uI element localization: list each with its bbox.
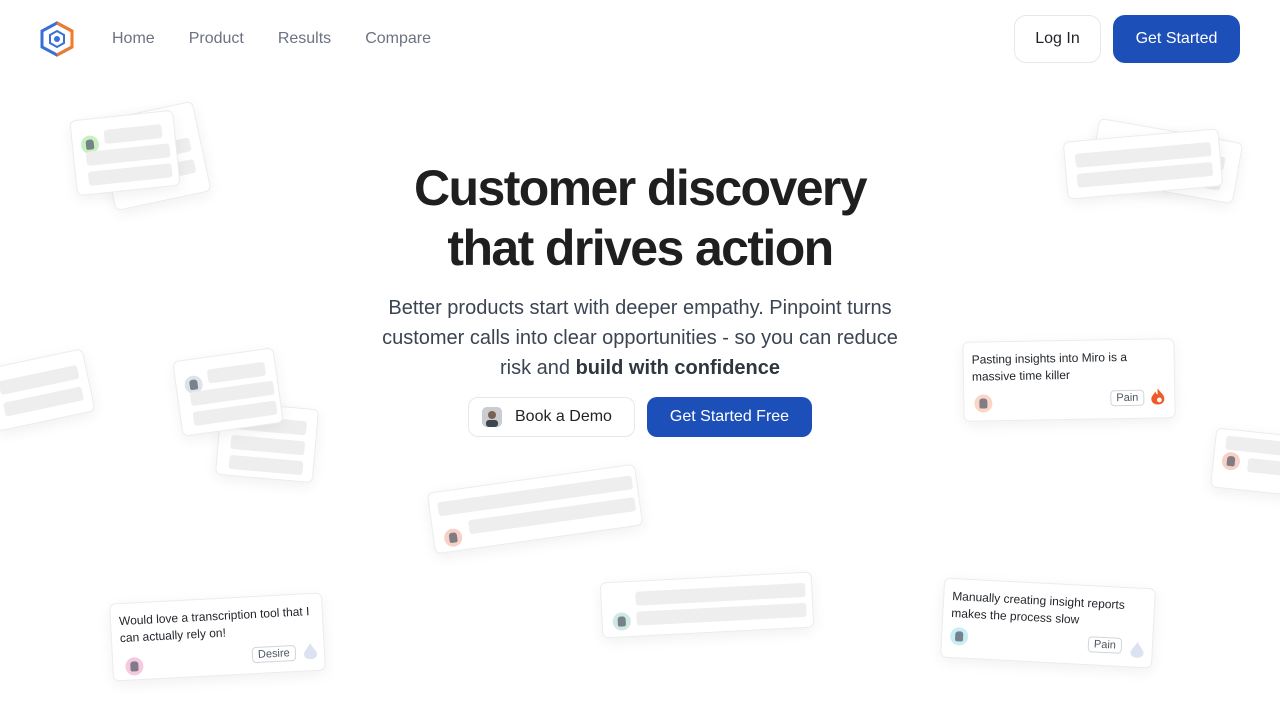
nav-link-compare[interactable]: Compare [365, 30, 431, 48]
decorative-card [1210, 427, 1280, 497]
book-demo-label: Book a Demo [515, 408, 612, 425]
flame-icon [1151, 388, 1165, 405]
avatar [612, 612, 632, 631]
avatar [482, 407, 502, 427]
hero-title: Customer discovery that drives action [340, 158, 940, 278]
pinpoint-logo-icon[interactable] [38, 21, 76, 57]
avatar [949, 626, 969, 646]
decorative-card [426, 463, 644, 555]
avatar [974, 394, 993, 413]
decorative-card [172, 347, 284, 437]
get-started-free-button[interactable]: Get Started Free [647, 397, 812, 437]
drop-icon [1130, 641, 1144, 658]
insight-tag: Desire [251, 644, 297, 664]
insight-card: Manually creating insight reports makes … [940, 577, 1156, 669]
decorative-card [0, 348, 96, 432]
nav-links: Home Product Results Compare [112, 30, 465, 48]
hero-subtitle-bold: build with confidence [575, 357, 781, 379]
hero-subtitle: Better products start with deeper empath… [380, 293, 900, 383]
insight-tag: Pain [1110, 389, 1145, 407]
avatar [443, 527, 464, 548]
insight-quote: Manually creating insight reports makes … [951, 588, 1126, 627]
insight-tag: Pain [1087, 636, 1123, 654]
avatar [124, 656, 144, 676]
decorative-card [599, 571, 815, 639]
login-button[interactable]: Log In [1014, 15, 1101, 63]
nav-link-product[interactable]: Product [189, 30, 244, 48]
book-demo-button[interactable]: Book a Demo [468, 397, 635, 437]
avatar [1221, 451, 1241, 472]
nav-link-results[interactable]: Results [278, 30, 331, 48]
hero-title-line2: that drives action [447, 220, 834, 276]
top-nav: Home Product Results Compare Log In Get … [0, 0, 1280, 80]
insight-quote: Pasting insights into Miro is a massive … [971, 349, 1128, 384]
insight-card: Pasting insights into Miro is a massive … [962, 338, 1176, 422]
insight-quote: Would love a transcription tool that I c… [118, 604, 310, 646]
nav-link-home[interactable]: Home [112, 30, 155, 48]
drop-icon [304, 643, 318, 660]
get-started-button[interactable]: Get Started [1113, 15, 1240, 63]
insight-card: Would love a transcription tool that I c… [109, 592, 326, 682]
decorative-card [69, 109, 181, 197]
hero-title-line1: Customer discovery [414, 160, 868, 216]
